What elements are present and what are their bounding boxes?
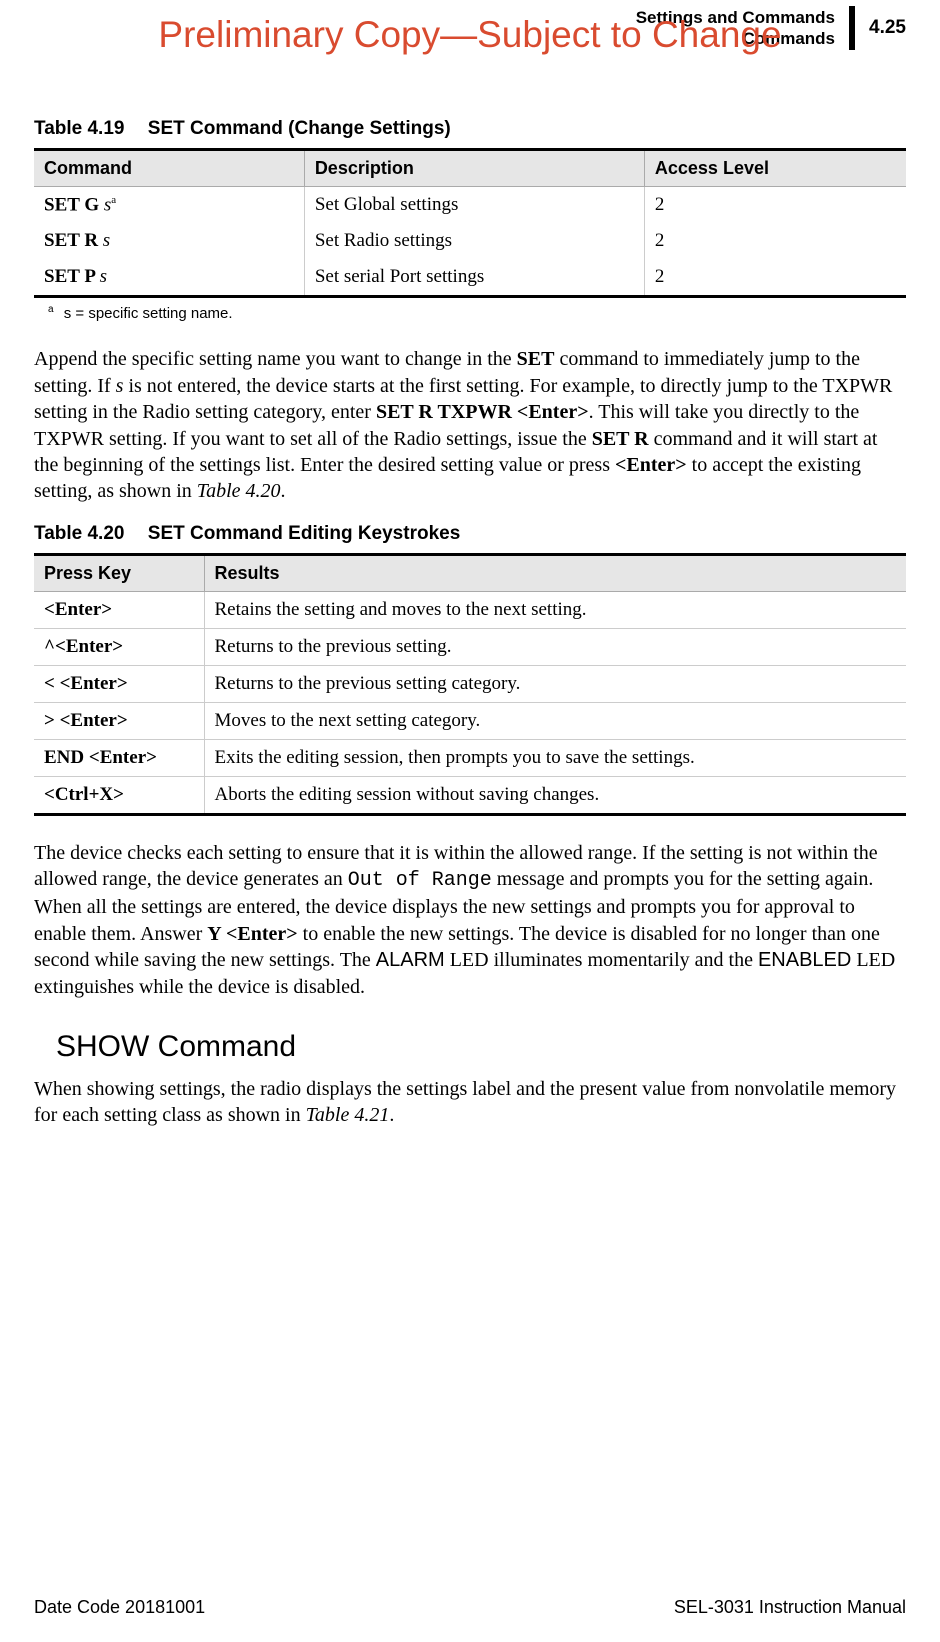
body-italic: Table 4.20 — [197, 480, 281, 502]
body-text: LED illuminates momentarily and the — [445, 949, 758, 971]
table-419-header: Access Level — [644, 150, 906, 187]
cmd-desc: Set Radio settings — [304, 223, 644, 259]
body-bold: <Enter> — [615, 454, 687, 476]
cmd-arg: s — [103, 230, 110, 251]
cmd-desc: Set Global settings — [304, 187, 644, 224]
table-row: < <Enter>Returns to the previous setting… — [34, 665, 906, 702]
footnote-marker: a — [48, 304, 54, 315]
body-mono: Out of Range — [348, 869, 492, 892]
cmd-text: SET G — [44, 194, 104, 215]
page-content: Table 4.19 SET Command (Change Settings)… — [34, 100, 906, 1129]
body-text: Append the specific setting name you wan… — [34, 348, 517, 370]
paragraph: Append the specific setting name you wan… — [34, 346, 906, 504]
table-row: END <Enter>Exits the editing session, th… — [34, 739, 906, 776]
table-row: <Ctrl+X>Aborts the editing session witho… — [34, 776, 906, 814]
body-text: When showing settings, the radio display… — [34, 1078, 896, 1126]
table-row: ^<Enter>Returns to the previous setting. — [34, 628, 906, 665]
body-text: . — [281, 480, 286, 502]
body-sans: ENABLED — [758, 949, 851, 971]
cmd-level: 2 — [644, 223, 906, 259]
result-cell: Returns to the previous setting. — [204, 628, 906, 665]
show-command-heading: SHOW Command — [56, 1030, 906, 1064]
table-row: <Enter>Retains the setting and moves to … — [34, 591, 906, 628]
key-cell: END <Enter> — [34, 739, 204, 776]
table-419: Command Description Access Level SET G s… — [34, 148, 906, 298]
key-cell: ^<Enter> — [34, 628, 204, 665]
cmd-footnote-ref: a — [111, 194, 116, 206]
result-cell: Retains the setting and moves to the nex… — [204, 591, 906, 628]
footer-manual-title: SEL-3031 Instruction Manual — [674, 1597, 906, 1618]
table-419-number: Table 4.19 — [34, 118, 124, 139]
body-sans: ALARM — [376, 949, 445, 971]
table-419-header: Description — [304, 150, 644, 187]
page-footer: Date Code 20181001 SEL-3031 Instruction … — [34, 1597, 906, 1618]
table-419-header: Command — [34, 150, 304, 187]
body-bold: SET — [517, 348, 555, 370]
table-row: SET G sa Set Global settings 2 — [34, 187, 906, 224]
table-420-number: Table 4.20 — [34, 523, 124, 544]
cmd-text: SET P — [44, 266, 100, 287]
cmd-arg: s — [100, 266, 107, 287]
table-row: > <Enter>Moves to the next setting categ… — [34, 702, 906, 739]
watermark-text: Preliminary Copy—Subject to Change — [0, 14, 940, 56]
table-419-footnote: a s = specific setting name. — [48, 304, 906, 322]
key-cell: <Ctrl+X> — [34, 776, 204, 814]
cmd-level: 2 — [644, 259, 906, 297]
table-row: SET P s Set serial Port settings 2 — [34, 259, 906, 297]
body-bold: Y <Enter> — [207, 923, 297, 945]
body-bold: SET R TXPWR <Enter> — [376, 401, 589, 423]
result-cell: Moves to the next setting category. — [204, 702, 906, 739]
result-cell: Aborts the editing session without savin… — [204, 776, 906, 814]
cmd-desc: Set serial Port settings — [304, 259, 644, 297]
body-bold: SET R — [592, 428, 649, 450]
table-420-title: Table 4.20 SET Command Editing Keystroke… — [34, 523, 906, 545]
key-cell: > <Enter> — [34, 702, 204, 739]
table-row: SET R s Set Radio settings 2 — [34, 223, 906, 259]
table-420-header: Press Key — [34, 554, 204, 591]
table-420: Press Key Results <Enter>Retains the set… — [34, 553, 906, 816]
footer-date-code: Date Code 20181001 — [34, 1597, 205, 1618]
table-419-title: Table 4.19 SET Command (Change Settings) — [34, 118, 906, 140]
paragraph: When showing settings, the radio display… — [34, 1076, 906, 1129]
cmd-level: 2 — [644, 187, 906, 224]
key-cell: < <Enter> — [34, 665, 204, 702]
footnote-text: s = specific setting name. — [64, 305, 233, 322]
table-419-caption: SET Command (Change Settings) — [148, 118, 451, 139]
table-420-caption: SET Command Editing Keystrokes — [148, 523, 461, 544]
body-text: . — [389, 1104, 394, 1126]
result-cell: Returns to the previous setting category… — [204, 665, 906, 702]
result-cell: Exits the editing session, then prompts … — [204, 739, 906, 776]
table-420-header: Results — [204, 554, 906, 591]
cmd-text: SET R — [44, 230, 103, 251]
body-italic: Table 4.21 — [306, 1104, 390, 1126]
paragraph: The device checks each setting to ensure… — [34, 840, 906, 1000]
key-cell: <Enter> — [34, 591, 204, 628]
